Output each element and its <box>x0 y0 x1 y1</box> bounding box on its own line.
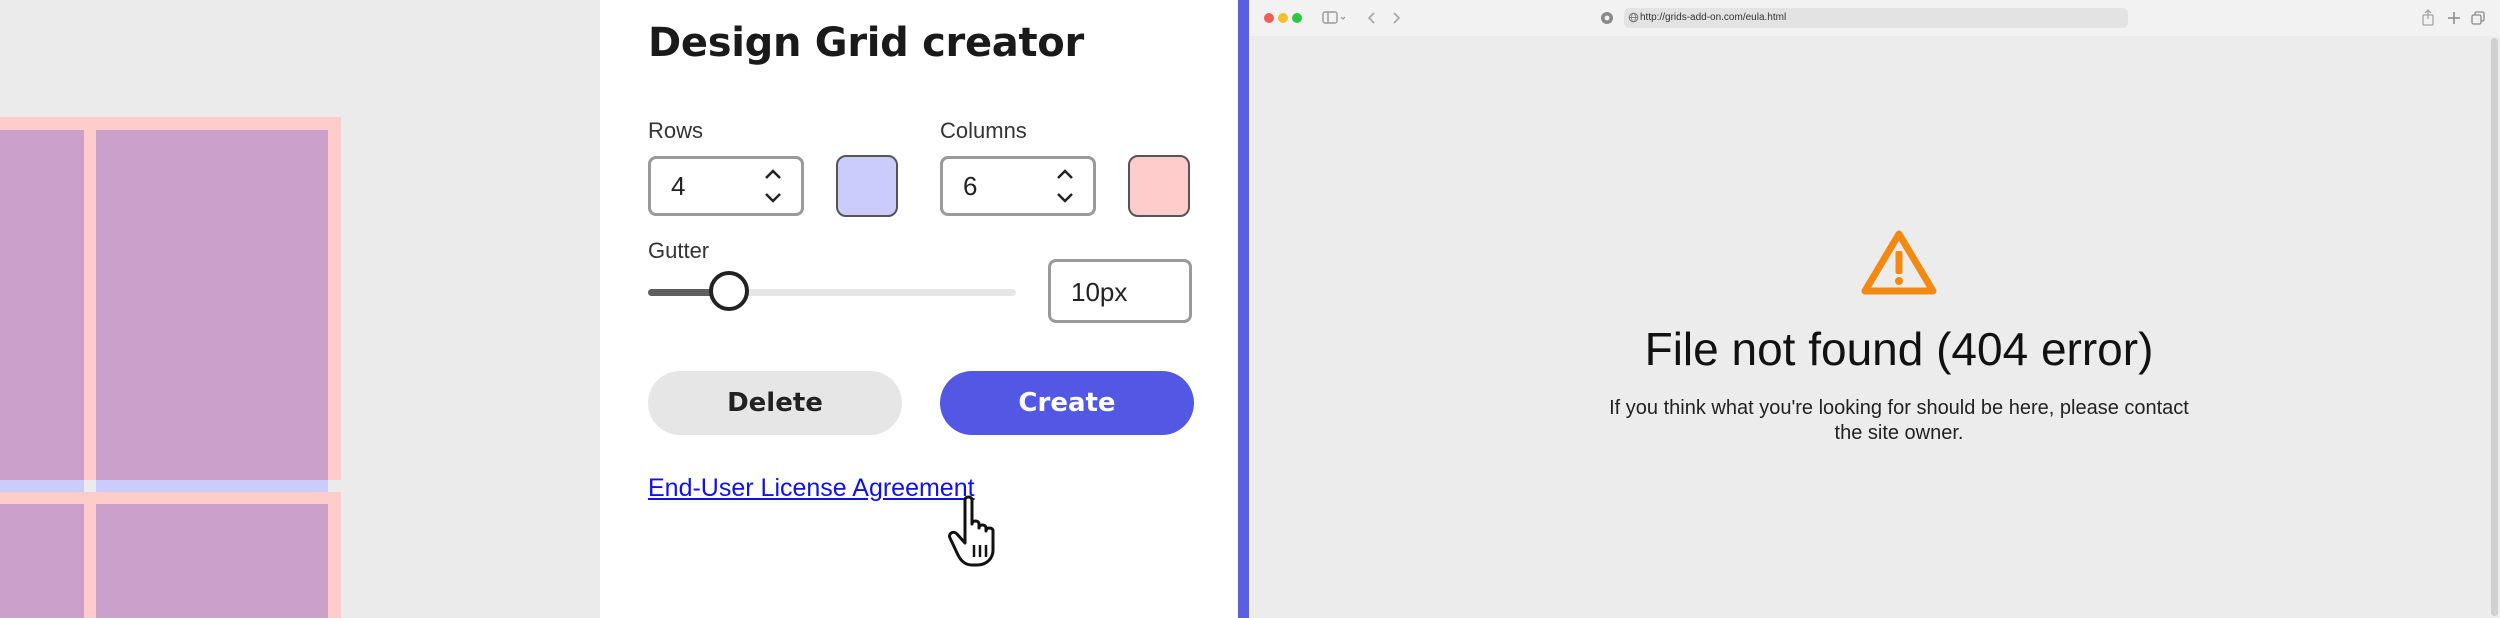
browser-window: http://grids-add-on.com/eula.html File n… <box>1249 0 2500 618</box>
grid-cell <box>96 504 328 618</box>
columns-stepper[interactable]: 6 <box>940 156 1096 216</box>
rows-label: Rows <box>648 118 704 143</box>
hand-cursor-icon <box>948 495 995 567</box>
chevron-up-icon <box>1057 169 1073 179</box>
canvas <box>0 0 600 618</box>
gutter-slider-thumb[interactable] <box>708 271 749 311</box>
error-message: If you think what you're looking for sho… <box>1609 397 2189 444</box>
forward-icon[interactable] <box>1389 8 1403 28</box>
scrollbar[interactable] <box>2491 38 2498 616</box>
error-title: File not found (404 error) <box>1644 323 2154 375</box>
gutter-label: Gutter <box>648 238 710 263</box>
columns-decrement-button[interactable] <box>1047 187 1083 209</box>
chevron-down-icon <box>1057 193 1073 203</box>
eula-link[interactable]: End-User License Agreement <box>648 474 975 503</box>
browser-toolbar: http://grids-add-on.com/eula.html <box>1249 0 2500 36</box>
url-text: http://grids-add-on.com/eula.html <box>1640 12 1787 23</box>
columns-label: Columns <box>940 118 1027 143</box>
grid-creator-panel: Design Grid creator Rows 4 Columns 6 Gut… <box>600 0 1238 618</box>
gutter-input[interactable]: 10px <box>1048 259 1192 323</box>
grid-cell <box>0 130 84 480</box>
rows-decrement-button[interactable] <box>755 187 791 209</box>
new-tab-icon[interactable] <box>2445 8 2463 28</box>
columns-value: 6 <box>963 171 978 201</box>
rows-value: 4 <box>671 171 686 201</box>
sidebar-toggle-icon[interactable] <box>1321 8 1347 28</box>
tab-overview-icon[interactable] <box>2469 8 2487 28</box>
privacy-report-icon[interactable] <box>1597 8 1617 28</box>
columns-increment-button[interactable] <box>1047 163 1083 185</box>
columns-color-swatch[interactable] <box>1128 155 1190 217</box>
rows-stepper[interactable]: 4 <box>648 156 804 216</box>
grid-preview <box>0 117 341 618</box>
minimize-window-button[interactable] <box>1278 13 1288 23</box>
gutter-slider-track[interactable] <box>648 289 1016 296</box>
panel-divider <box>1238 0 1249 618</box>
chevron-down-icon <box>765 193 781 203</box>
grid-cell <box>96 130 328 480</box>
delete-button[interactable]: Delete <box>648 371 902 435</box>
globe-icon <box>1628 12 1639 23</box>
zoom-window-button[interactable] <box>1292 13 1302 23</box>
close-window-button[interactable] <box>1264 13 1274 23</box>
address-bar[interactable]: http://grids-add-on.com/eula.html <box>1624 8 2128 28</box>
back-icon[interactable] <box>1365 8 1379 28</box>
rows-color-swatch[interactable] <box>836 155 898 217</box>
grid-cell <box>0 504 84 618</box>
error-content: File not found (404 error) If you think … <box>1599 228 2199 446</box>
rows-increment-button[interactable] <box>755 163 791 185</box>
gutter-value: 10px <box>1071 277 1128 307</box>
chevron-up-icon <box>765 169 781 179</box>
panel-title: Design Grid creator <box>648 20 1084 66</box>
share-icon[interactable] <box>2419 8 2437 28</box>
warning-icon <box>1861 230 1937 295</box>
create-button[interactable]: Create <box>940 371 1194 435</box>
